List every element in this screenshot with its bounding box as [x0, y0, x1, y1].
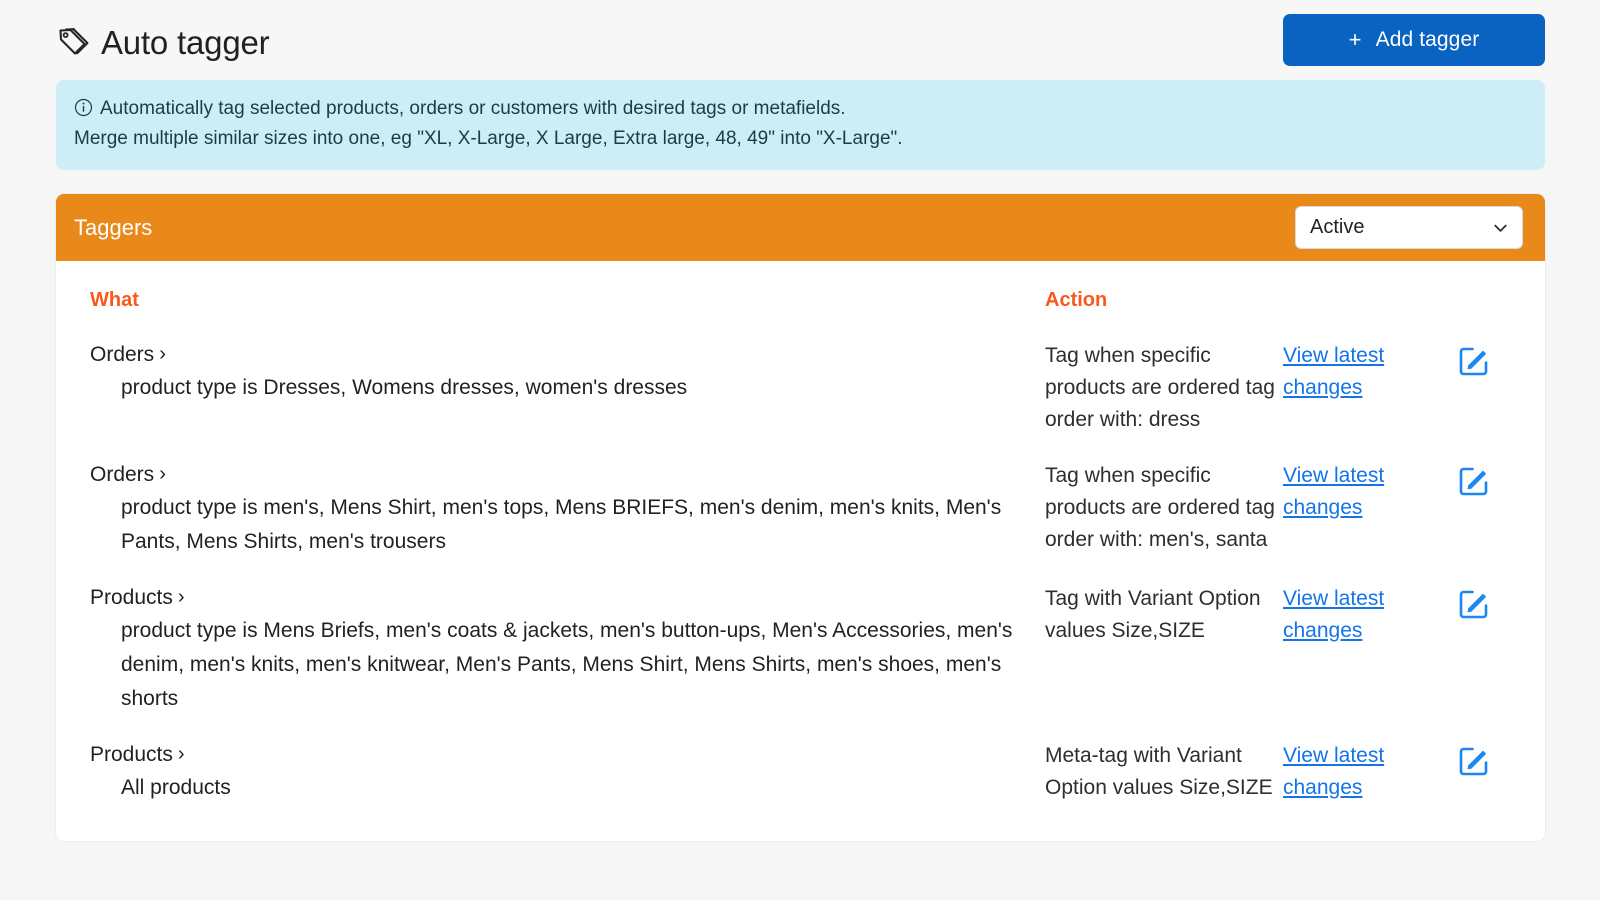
- edit-icon[interactable]: [1455, 462, 1493, 500]
- chevron-right-icon: ›: [178, 587, 185, 607]
- edit-icon[interactable]: [1455, 585, 1493, 623]
- row-target[interactable]: Orders ›: [90, 460, 1045, 490]
- row-what-cell: Orders › product type is men's, Mens Shi…: [90, 460, 1045, 559]
- row-action: Tag with Variant Option values Size,SIZE: [1045, 583, 1283, 647]
- row-description: All products: [90, 771, 1015, 805]
- taggers-card-header: Taggers Active: [56, 194, 1545, 261]
- banner-line-2: Merge multiple similar sizes into one, e…: [74, 124, 1527, 154]
- row-description: product type is Mens Briefs, men's coats…: [90, 614, 1015, 716]
- tag-icon: [56, 25, 90, 59]
- page-title: Auto tagger: [101, 26, 269, 59]
- row-target-label: Orders: [90, 340, 154, 370]
- row-what-cell: Products › All products: [90, 740, 1045, 805]
- row-what-cell: Orders › product type is Dresses, Womens…: [90, 340, 1045, 405]
- taggers-table: What Action Orders › product type is Dre…: [56, 261, 1545, 841]
- chevron-right-icon: ›: [159, 344, 166, 364]
- chevron-right-icon: ›: [159, 464, 166, 484]
- view-latest-changes-link[interactable]: View latest changes: [1283, 464, 1384, 519]
- column-header-what: What: [90, 289, 139, 311]
- row-what-cell: Products › product type is Mens Briefs, …: [90, 583, 1045, 716]
- row-target[interactable]: Orders ›: [90, 340, 1045, 370]
- view-latest-changes-link[interactable]: View latest changes: [1283, 744, 1384, 799]
- edit-icon[interactable]: [1455, 342, 1493, 380]
- add-tagger-button[interactable]: + Add tagger: [1283, 14, 1545, 66]
- table-header-row: What Action: [90, 289, 1511, 316]
- banner-text-1: Automatically tag selected products, ord…: [100, 98, 846, 119]
- row-action: Tag when specific products are ordered t…: [1045, 460, 1283, 556]
- row-description: product type is men's, Mens Shirt, men's…: [90, 491, 1015, 559]
- title-group: Auto tagger: [56, 21, 269, 59]
- taggers-title: Taggers: [74, 215, 152, 241]
- row-description: product type is Dresses, Womens dresses,…: [90, 371, 1015, 405]
- view-latest-changes-link[interactable]: View latest changes: [1283, 587, 1384, 642]
- row-target[interactable]: Products ›: [90, 583, 1045, 613]
- chevron-right-icon: ›: [178, 744, 185, 764]
- page-header: Auto tagger + Add tagger: [56, 0, 1545, 80]
- add-tagger-label: Add tagger: [1376, 28, 1480, 52]
- edit-icon[interactable]: [1455, 742, 1493, 780]
- row-target-label: Products: [90, 740, 173, 770]
- info-banner: Automatically tag selected products, ord…: [56, 80, 1545, 170]
- taggers-card: Taggers Active What Action: [56, 194, 1545, 841]
- plus-icon: +: [1349, 29, 1362, 51]
- view-latest-changes-link[interactable]: View latest changes: [1283, 344, 1384, 399]
- auto-tagger-page: Auto tagger + Add tagger Automatically t…: [0, 0, 1600, 900]
- row-action: Meta-tag with Variant Option values Size…: [1045, 740, 1283, 804]
- status-filter-value[interactable]: Active: [1295, 206, 1523, 249]
- banner-line-1: Automatically tag selected products, ord…: [74, 94, 1527, 124]
- table-row: Orders › product type is men's, Mens Shi…: [90, 436, 1511, 559]
- row-target[interactable]: Products ›: [90, 740, 1045, 770]
- status-filter[interactable]: Active: [1295, 206, 1523, 249]
- table-row: Products › product type is Mens Briefs, …: [90, 559, 1511, 716]
- column-header-action: Action: [1045, 289, 1107, 311]
- table-row: Products › All products Meta-tag with Va…: [90, 716, 1511, 805]
- row-action: Tag when specific products are ordered t…: [1045, 340, 1283, 436]
- table-row: Orders › product type is Dresses, Womens…: [90, 316, 1511, 436]
- info-icon: [74, 97, 93, 116]
- row-target-label: Orders: [90, 460, 154, 490]
- row-target-label: Products: [90, 583, 173, 613]
